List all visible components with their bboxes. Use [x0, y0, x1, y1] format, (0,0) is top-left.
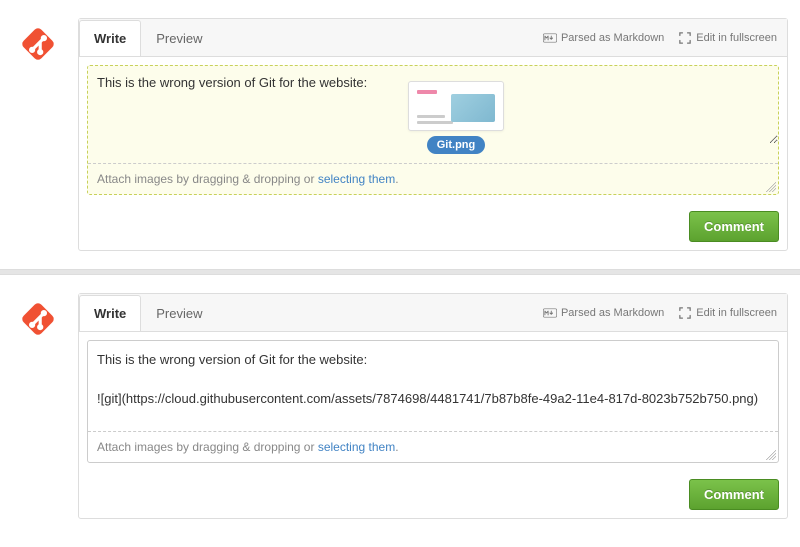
comment-button[interactable]: Comment [689, 211, 779, 242]
comment-panel-dragging: Write Preview Parsed as Markdown Edit in… [0, 0, 800, 269]
avatar [12, 18, 64, 70]
attach-hint: Attach images by dragging & dropping or … [88, 431, 778, 462]
markdown-hint[interactable]: Parsed as Markdown [543, 307, 664, 319]
comment-textarea[interactable]: This is the wrong version of Git for the… [88, 341, 778, 431]
tab-preview[interactable]: Preview [141, 20, 217, 56]
comment-panel-uploaded: Write Preview Parsed as Markdown Edit in… [0, 275, 800, 537]
git-icon [12, 293, 64, 345]
comment-box: Write Preview Parsed as Markdown Edit in… [78, 293, 788, 519]
markdown-icon [543, 307, 557, 319]
attach-suffix: . [395, 440, 398, 454]
resize-handle-icon[interactable] [766, 450, 776, 460]
attach-hint: Attach images by dragging & dropping or … [88, 163, 778, 194]
attach-prefix: Attach images by dragging & dropping or [97, 440, 318, 454]
dragged-file-preview: Git.png [408, 81, 504, 154]
tab-bar: Write Preview Parsed as Markdown Edit in… [79, 19, 787, 57]
tab-bar: Write Preview Parsed as Markdown Edit in… [79, 294, 787, 332]
fullscreen-button[interactable]: Edit in fullscreen [678, 307, 777, 319]
attach-link[interactable]: selecting them [318, 440, 395, 454]
markdown-hint[interactable]: Parsed as Markdown [543, 32, 664, 44]
fullscreen-button[interactable]: Edit in fullscreen [678, 32, 777, 44]
fullscreen-icon [678, 32, 692, 44]
fullscreen-label: Edit in fullscreen [696, 307, 777, 319]
attach-suffix: . [395, 172, 398, 186]
comment-box: Write Preview Parsed as Markdown Edit in… [78, 18, 788, 251]
tab-write[interactable]: Write [79, 20, 141, 56]
file-chip: Git.png [427, 136, 486, 154]
comment-button[interactable]: Comment [689, 479, 779, 510]
fullscreen-label: Edit in fullscreen [696, 32, 777, 44]
file-thumbnail [408, 81, 504, 131]
git-icon [12, 18, 64, 70]
textarea-dropzone-active[interactable]: Git.png Attach images by dragging & drop… [87, 65, 779, 195]
tab-write[interactable]: Write [79, 295, 141, 331]
markdown-hint-label: Parsed as Markdown [561, 307, 664, 319]
tab-preview[interactable]: Preview [141, 295, 217, 331]
attach-link[interactable]: selecting them [318, 172, 395, 186]
resize-handle-icon[interactable] [766, 182, 776, 192]
fullscreen-icon [678, 307, 692, 319]
markdown-icon [543, 32, 557, 44]
attach-prefix: Attach images by dragging & dropping or [97, 172, 318, 186]
markdown-hint-label: Parsed as Markdown [561, 32, 664, 44]
textarea-container[interactable]: This is the wrong version of Git for the… [87, 340, 779, 463]
avatar [12, 293, 64, 345]
